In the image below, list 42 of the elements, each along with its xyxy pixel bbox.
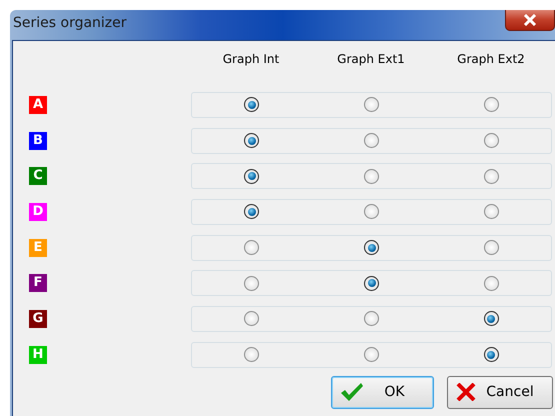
series-label: G (29, 310, 47, 328)
radio-button[interactable] (364, 276, 379, 291)
cancel-button[interactable]: Cancel (447, 376, 553, 408)
radio-button[interactable] (484, 97, 499, 112)
radio-button[interactable] (484, 276, 499, 291)
radio-button[interactable] (364, 97, 379, 112)
radio-button[interactable] (484, 168, 499, 184)
radio-button[interactable] (364, 133, 379, 148)
radio-button[interactable] (364, 311, 379, 326)
column-header: Graph Ext1 (337, 51, 405, 68)
series-label: F (29, 274, 47, 292)
radio-button[interactable] (484, 204, 499, 220)
radio-button[interactable] (364, 240, 379, 256)
series-label: C (29, 167, 47, 186)
radio-button[interactable] (484, 347, 499, 362)
radio-button[interactable] (244, 133, 260, 148)
series-label: D (29, 202, 47, 221)
x-icon (456, 383, 476, 401)
column-header: Graph Int (222, 51, 280, 68)
series-label: H (29, 346, 47, 364)
radio-button[interactable] (484, 311, 499, 326)
column-header: Graph Ext2 (457, 51, 525, 68)
ok-button[interactable]: OK (331, 376, 434, 408)
window-title: Series organizer (13, 14, 127, 33)
radio-button[interactable] (364, 168, 379, 184)
radio-button[interactable] (244, 311, 260, 326)
radio-button[interactable] (244, 240, 260, 256)
close-button[interactable] (505, 10, 555, 31)
radio-button[interactable] (364, 204, 379, 220)
radio-button[interactable] (484, 240, 499, 256)
series-label: A (29, 96, 47, 114)
radio-button[interactable] (244, 168, 260, 184)
radio-button[interactable] (484, 133, 499, 148)
close-icon (523, 14, 537, 26)
series-label: B (29, 132, 47, 150)
check-icon (340, 382, 364, 402)
radio-button[interactable] (244, 204, 260, 220)
radio-button[interactable] (244, 347, 260, 362)
radio-button[interactable] (364, 347, 379, 362)
series-label: E (29, 238, 47, 257)
radio-button[interactable] (244, 97, 260, 112)
radio-button[interactable] (244, 276, 260, 291)
